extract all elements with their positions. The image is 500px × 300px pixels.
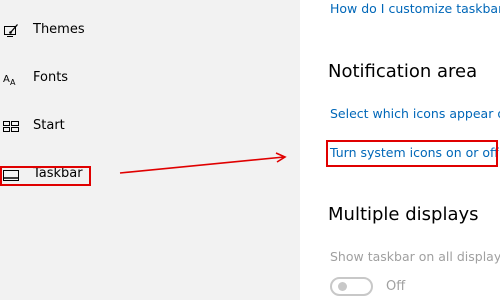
select-icons-link[interactable]: Select which icons appear o xyxy=(330,106,500,121)
start-icon xyxy=(3,119,19,135)
svg-text:A: A xyxy=(3,74,10,85)
themes-icon xyxy=(3,23,19,39)
toggle-state-label: Off xyxy=(386,279,406,294)
sidebar-item-label: Start xyxy=(33,118,65,133)
show-taskbar-all-displays-toggle[interactable] xyxy=(330,277,373,296)
customize-taskbar-help-link[interactable]: How do I customize taskbar xyxy=(330,1,500,16)
sidebar-item-start[interactable]: Start xyxy=(0,112,300,142)
annotation-arrow xyxy=(119,152,287,174)
taskbar-highlight-box xyxy=(0,166,91,186)
sidebar-item-label: Fonts xyxy=(33,70,69,85)
sidebar-item-label: Themes xyxy=(33,22,85,37)
fonts-icon: A A xyxy=(3,71,19,87)
multiple-displays-heading: Multiple displays xyxy=(328,204,479,225)
notification-area-heading: Notification area xyxy=(328,61,478,82)
toggle-knob xyxy=(338,282,347,291)
sidebar-item-themes[interactable]: Themes xyxy=(0,16,300,46)
show-taskbar-all-displays-label: Show taskbar on all displays xyxy=(330,249,500,264)
sidebar-item-fonts[interactable]: A A Fonts xyxy=(0,64,300,94)
system-icons-highlight-box xyxy=(326,140,498,167)
svg-text:A: A xyxy=(10,78,16,87)
